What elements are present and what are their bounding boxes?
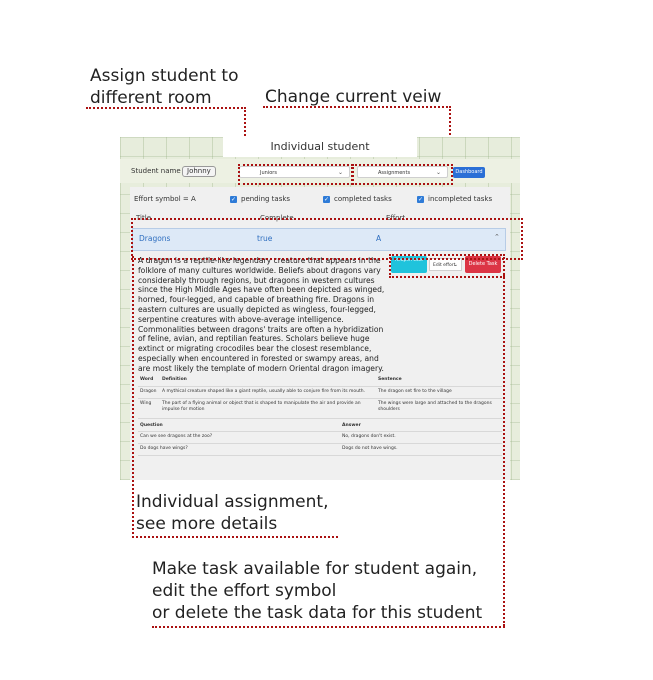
- highlight-view-select: [352, 164, 453, 185]
- annotation-line: Assign student to: [90, 66, 239, 86]
- pending-checkbox[interactable]: ✓: [230, 196, 237, 203]
- annotation-line: edit the effort symbol: [152, 580, 337, 601]
- table-cell: Dogs do not have wings.: [342, 446, 398, 451]
- highlight-actions: [389, 254, 505, 278]
- divider: [138, 398, 502, 399]
- task-description: A dragon is a reptile-like legendary cre…: [138, 256, 385, 373]
- table-cell: A mythical creature shaped like a giant …: [162, 389, 366, 394]
- table-cell: Wing: [140, 401, 152, 406]
- annotation-line: see more details: [136, 513, 278, 534]
- app-screenshot: Individual student Student name : Johnny…: [120, 137, 520, 480]
- annotation-leader: [503, 274, 505, 626]
- highlight-room-select: [238, 164, 353, 185]
- answer-header: Answer: [342, 423, 361, 428]
- dashboard-button[interactable]: Dashboard: [453, 167, 485, 178]
- student-name-label: Student name :: [131, 167, 186, 175]
- divider: [138, 431, 502, 432]
- annotation-line: or delete the task data for this student: [152, 602, 483, 623]
- divider: [138, 455, 502, 456]
- annotation-underline: [263, 106, 451, 108]
- table-cell: Can we see dragons at the zoo?: [140, 434, 213, 439]
- pending-label: pending tasks: [241, 195, 291, 203]
- annotation-assign-room: Assign student to different room: [90, 66, 239, 110]
- completed-label: completed tasks: [334, 195, 392, 203]
- sentence-header: Sentence: [378, 377, 402, 382]
- incompleted-label: incompleted tasks: [428, 195, 493, 203]
- divider: [138, 418, 502, 419]
- annotation-underline: [86, 107, 246, 109]
- definition-header: Definition: [162, 377, 187, 382]
- annotation-underline: [132, 536, 338, 538]
- word-header: Word: [140, 377, 154, 382]
- table-cell: The part of a flying animal or object th…: [162, 401, 361, 412]
- effort-symbol-label: Effort symbol = A: [134, 195, 196, 203]
- table-cell: The wings were large and attached to the…: [378, 401, 492, 412]
- divider: [138, 386, 502, 387]
- table-cell: The dragon set fire to the village: [378, 389, 452, 394]
- table-cell: No, dragons don't exist.: [342, 434, 396, 439]
- incompleted-checkbox[interactable]: ✓: [417, 196, 424, 203]
- annotation-line: Individual assignment,: [136, 492, 329, 512]
- completed-checkbox[interactable]: ✓: [323, 196, 330, 203]
- annotation-make-available: Make task available for student again, e…: [152, 559, 482, 624]
- table-cell: Dragon: [140, 389, 157, 394]
- divider: [138, 443, 502, 444]
- table-cell: Do dogs have wings?: [140, 446, 188, 451]
- annotation-individual-assignment: Individual assignment, see more details: [136, 492, 328, 536]
- annotation-line: Make task available for student again,: [152, 559, 478, 579]
- annotation-leader: [132, 256, 134, 538]
- student-name-badge: Johnny: [182, 166, 216, 177]
- question-header: Question: [140, 423, 163, 428]
- page-title: Individual student: [223, 137, 417, 157]
- annotation-underline: [152, 626, 505, 628]
